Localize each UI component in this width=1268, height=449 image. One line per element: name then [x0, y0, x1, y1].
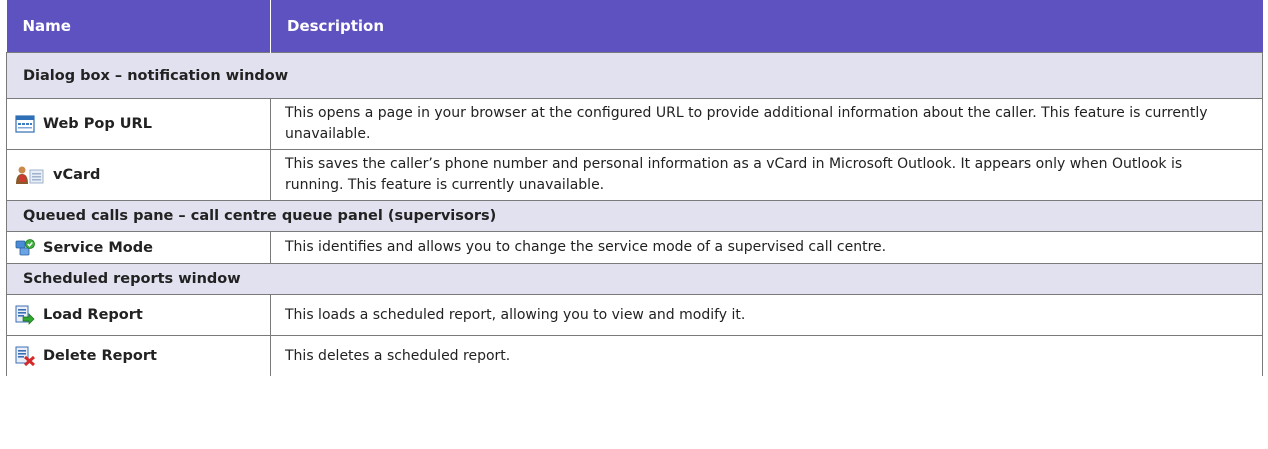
section-title: Scheduled reports window	[6, 263, 1263, 295]
item-description: This identifies and allows you to change…	[270, 231, 1263, 264]
item-name: Load Report	[43, 307, 143, 323]
section-row: Queued calls pane – call centre queue pa…	[6, 200, 1263, 232]
section-row: Scheduled reports window	[6, 263, 1263, 295]
column-header-name: Name	[6, 0, 271, 53]
item-description: This deletes a scheduled report.	[270, 335, 1263, 376]
web-page-icon	[15, 114, 35, 134]
table-row: vCard This saves the caller’s phone numb…	[6, 149, 1263, 201]
name-cell: Service Mode	[6, 231, 271, 264]
table-row: Load Report This loads a scheduled repor…	[6, 294, 1263, 336]
table-row: Delete Report This deletes a scheduled r…	[6, 335, 1263, 376]
section-row: Dialog box – notification window	[6, 52, 1263, 99]
item-description: This opens a page in your browser at the…	[270, 98, 1263, 150]
item-name: Delete Report	[43, 348, 157, 364]
reference-table-container: Name Description Dialog box – notificati…	[6, 0, 1263, 376]
item-description: This saves the caller’s phone number and…	[270, 149, 1263, 201]
name-cell: Web Pop URL	[6, 98, 271, 150]
table-row: Service Mode This identifies and allows …	[6, 231, 1263, 264]
table-header-row: Name Description	[6, 0, 1263, 53]
icon-reference-table: Name Description Dialog box – notificati…	[6, 0, 1263, 376]
item-name: vCard	[53, 167, 101, 183]
contact-card-icon	[15, 165, 45, 185]
name-cell: vCard	[6, 149, 271, 201]
item-name: Service Mode	[43, 239, 153, 256]
delete-report-icon	[15, 346, 35, 366]
item-name: Web Pop URL	[43, 116, 152, 132]
table-row: Web Pop URL This opens a page in your br…	[6, 98, 1263, 150]
section-title: Dialog box – notification window	[6, 52, 1263, 99]
name-cell: Load Report	[6, 294, 271, 336]
name-cell: Delete Report	[6, 335, 271, 376]
section-title: Queued calls pane – call centre queue pa…	[6, 200, 1263, 232]
item-description: This loads a scheduled report, allowing …	[270, 294, 1263, 336]
service-mode-icon	[15, 238, 35, 258]
load-report-icon	[15, 305, 35, 325]
column-header-description: Description	[270, 0, 1263, 53]
